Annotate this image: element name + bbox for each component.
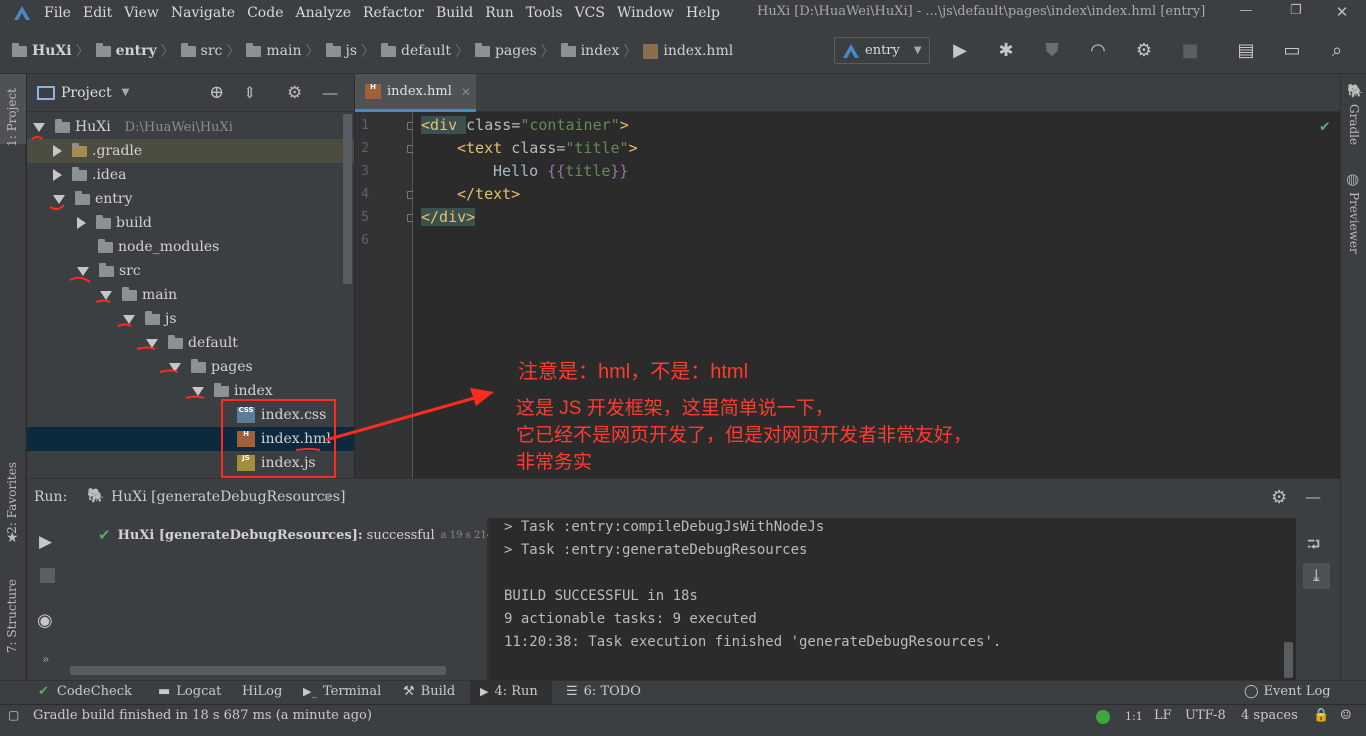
- annotation-note: 这是 JS 开发框架，这里简单说一下，: [516, 398, 834, 419]
- close-run-tab-icon[interactable]: ✕: [322, 491, 333, 506]
- run-panel-header: Run: 🐘 HuXi [generateDebugResources] ✕ ⚙…: [27, 478, 1340, 518]
- scroll-to-end-icon[interactable]: ⤓: [1303, 563, 1330, 589]
- terminal-tab[interactable]: ▶_ Terminal: [303, 684, 381, 699]
- indent-setting[interactable]: 4 spaces: [1241, 708, 1298, 723]
- console-line: > Task :entry:generateDebugResources: [504, 542, 808, 558]
- more-actions-icon[interactable]: »: [42, 652, 49, 666]
- logcat-tab[interactable]: ▬ Logcat: [158, 684, 221, 699]
- lock-icon[interactable]: 🔒: [1313, 708, 1329, 723]
- console-line: 11:20:38: Task execution finished 'gener…: [504, 634, 1002, 650]
- run-tab-label[interactable]: HuXi [generateDebugResources]: [111, 489, 345, 505]
- build-status: successful: [366, 527, 435, 543]
- console-scrollbar[interactable]: [1284, 642, 1293, 678]
- status-indicator-icon: [1096, 710, 1110, 724]
- file-encoding[interactable]: UTF-8: [1185, 708, 1226, 723]
- success-check-icon: ✔: [98, 526, 111, 544]
- status-bar: ▢ Gradle build finished in 18 s 687 ms (…: [0, 704, 1366, 736]
- run-icon: ▶: [480, 685, 489, 698]
- caret-position[interactable]: 1:1: [1125, 710, 1143, 723]
- build-tab[interactable]: ⚒ Build: [403, 684, 455, 699]
- build-result-item[interactable]: ✔ HuXi [generateDebugResources]: success…: [98, 526, 511, 544]
- run-settings-icon[interactable]: ⚙: [1271, 487, 1287, 508]
- console-side-toolbar: ⮒ ⤓: [1296, 518, 1340, 680]
- eye-icon[interactable]: ◉: [37, 610, 53, 631]
- annotation-arrow: [325, 395, 479, 442]
- logcat-icon: ▬: [158, 684, 171, 699]
- annotation-note: 它已经不是网页开发了，但是对网页开发者非常友好，: [516, 425, 973, 446]
- console-line: 9 actionable tasks: 9 executed: [504, 611, 757, 627]
- run-panel-label: Run:: [34, 489, 68, 505]
- bottom-tool-tabs: ✔ CodeCheck ▬ Logcat HiLog ▶_ Terminal ⚒ Bui…: [0, 680, 1366, 705]
- annotation-box: [221, 399, 336, 478]
- run-build-tree: ✔ HuXi [generateDebugResources]: success…: [68, 518, 511, 680]
- gradle-elephant-icon: 🐘: [87, 488, 105, 504]
- hammer-icon: ⚒: [403, 684, 415, 699]
- stop-run-icon[interactable]: [40, 568, 55, 583]
- toggle-tool-windows-icon[interactable]: ▢: [8, 708, 19, 722]
- codecheck-icon: ✔: [38, 684, 49, 699]
- soft-wrap-icon[interactable]: ⮒: [1307, 532, 1320, 561]
- terminal-icon: ▶_: [303, 685, 317, 698]
- build-task-name: HuXi [generateDebugResources]:: [117, 527, 363, 543]
- codecheck-tab[interactable]: ✔ CodeCheck: [38, 684, 132, 699]
- line-separator[interactable]: LF: [1154, 708, 1172, 723]
- event-log-icon: ◯: [1244, 684, 1259, 699]
- run-side-toolbar: ▶ ◉ »: [27, 518, 68, 680]
- console-line: BUILD SUCCESSFUL in 18s: [504, 588, 698, 604]
- event-log-tab[interactable]: ◯ Event Log: [1244, 684, 1331, 699]
- run-tab[interactable]: ▶ 4: Run: [480, 684, 538, 699]
- status-message[interactable]: Gradle build finished in 18 s 687 ms (a …: [33, 708, 372, 723]
- list-icon: ☰: [566, 684, 578, 699]
- console-line: > Task :entry:compileDebugJsWithNodeJs: [504, 519, 825, 535]
- hide-run-panel-icon[interactable]: —: [1305, 487, 1321, 506]
- memory-indicator-icon[interactable]: ☺: [1340, 708, 1352, 723]
- run-console[interactable]: > Task :entry:compileDebugJsWithNodeJs >…: [488, 518, 1296, 680]
- annotation-note: 注意是：hml，不是：html: [518, 361, 749, 383]
- hilog-tab[interactable]: HiLog: [242, 684, 282, 699]
- annotation-note: 非常务实: [516, 452, 593, 473]
- todo-tab[interactable]: ☰ 6: TODO: [566, 684, 641, 699]
- rerun-icon[interactable]: ▶: [39, 532, 52, 552]
- tree-horizontal-scrollbar[interactable]: [70, 666, 446, 675]
